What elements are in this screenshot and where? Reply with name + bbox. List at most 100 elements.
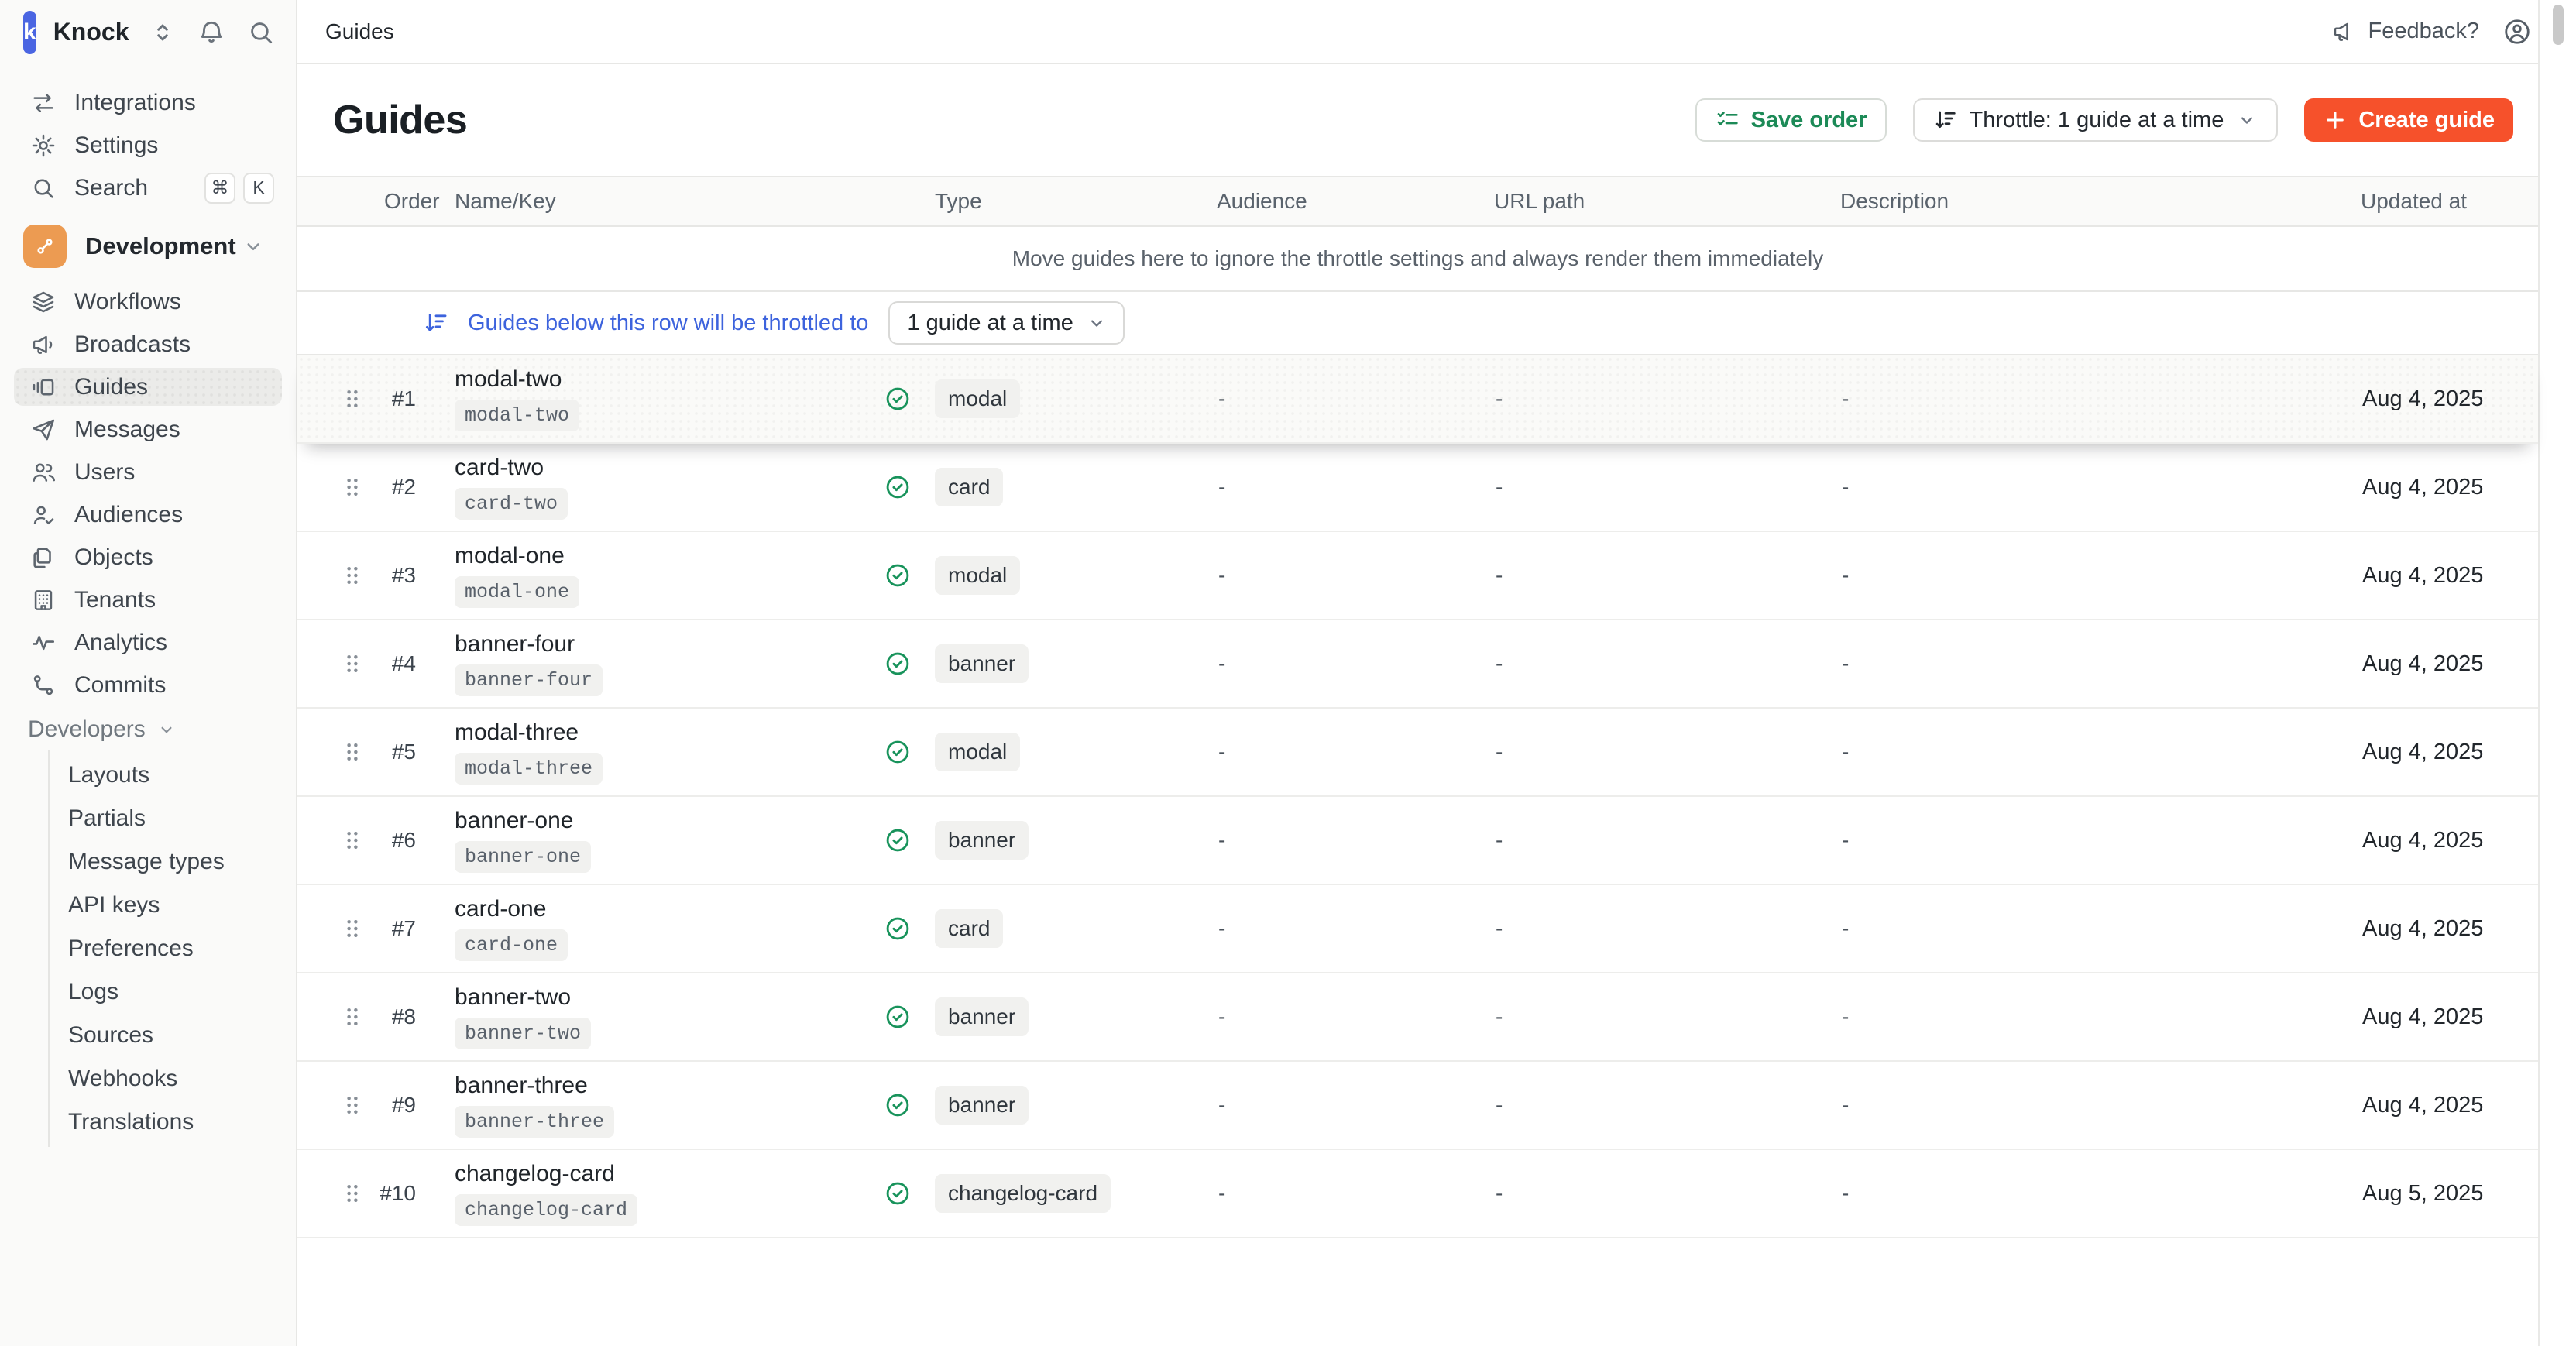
status-check-icon: [884, 561, 912, 589]
row-description: -: [1831, 1093, 2351, 1118]
sidebar-item-users[interactable]: Users: [0, 451, 296, 493]
table-row[interactable]: #5 modal-three modal-three modal - - - A…: [297, 709, 2538, 797]
drag-handle[interactable]: [297, 739, 375, 765]
sidebar-item-workflows[interactable]: Workflows: [0, 280, 296, 323]
table-row[interactable]: #3 modal-one modal-one modal - - - Aug 4…: [297, 532, 2538, 620]
row-description: -: [1831, 916, 2351, 941]
sidebar-section-developers[interactable]: Developers: [0, 708, 296, 750]
sidebar-item-integrations[interactable]: Integrations: [0, 81, 296, 124]
scrollbar-thumb[interactable]: [2553, 5, 2564, 45]
save-order-label: Save order: [1751, 108, 1867, 133]
row-name-key: banner-four banner-four: [441, 631, 867, 696]
guide-name: card-two: [455, 455, 544, 481]
sidebar-item-api-keys[interactable]: API keys: [50, 884, 296, 927]
sidebar-item-guides[interactable]: Guides: [0, 366, 296, 408]
guides-table: Order Name/Key Type Audience URL path De…: [297, 176, 2538, 1238]
throttle-select[interactable]: 1 guide at a time: [888, 301, 1124, 345]
sidebar-item-objects[interactable]: Objects: [0, 536, 296, 579]
drag-handle[interactable]: [297, 1092, 375, 1118]
create-guide-label: Create guide: [2358, 108, 2495, 133]
sidebar-item-label: Translations: [68, 1109, 194, 1135]
table-row[interactable]: #4 banner-four banner-four banner - - - …: [297, 620, 2538, 709]
sidebar-item-sources[interactable]: Sources: [50, 1014, 296, 1057]
sidebar-item-translations[interactable]: Translations: [50, 1100, 296, 1144]
drag-handle[interactable]: [297, 915, 375, 942]
row-type: modal: [929, 556, 1207, 595]
drag-handle-icon: [341, 739, 364, 765]
drag-handle[interactable]: [297, 827, 375, 853]
row-updated-at: Aug 4, 2025: [2351, 386, 2538, 412]
drag-handle[interactable]: [297, 562, 375, 589]
row-audience: -: [1207, 1093, 1485, 1118]
table-row[interactable]: #6 banner-one banner-one banner - - - Au…: [297, 797, 2538, 885]
sidebar-item-audiences[interactable]: Audiences: [0, 493, 296, 536]
throttle-note: Guides below this row will be throttled …: [468, 311, 868, 336]
table-row[interactable]: #7 card-one card-one card - - - Aug 4, 2…: [297, 885, 2538, 973]
table-row[interactable]: #9 banner-three banner-three banner - - …: [297, 1062, 2538, 1150]
row-name-key: card-one card-one: [441, 896, 867, 961]
feedback-button[interactable]: Feedback?: [2331, 19, 2480, 45]
sidebar-item-layouts[interactable]: Layouts: [50, 754, 296, 797]
column-header-name-key: Name/Key: [441, 189, 867, 214]
sidebar-item-settings[interactable]: Settings: [0, 124, 296, 167]
guide-key-badge: banner-two: [455, 1018, 591, 1049]
guide-name: modal-two: [455, 366, 562, 393]
drag-handle[interactable]: [297, 1004, 375, 1030]
table-row[interactable]: #1 modal-two modal-two modal - - - Aug 4…: [297, 355, 2538, 444]
drag-handle[interactable]: [297, 1180, 375, 1207]
row-type: modal: [929, 733, 1207, 771]
status-check-icon: [884, 826, 912, 854]
sidebar-nav: Integrations Settings Search ⌘ K Develop…: [0, 64, 296, 1147]
chevron-down-icon: [156, 719, 177, 740]
drag-handle-icon: [341, 474, 364, 500]
search-icon[interactable]: [246, 18, 276, 47]
row-updated-at: Aug 4, 2025: [2351, 1004, 2538, 1030]
sidebar-item-partials[interactable]: Partials: [50, 797, 296, 840]
megaphone-icon: [28, 329, 59, 360]
sidebar-item-tenants[interactable]: Tenants: [0, 579, 296, 621]
drag-handle[interactable]: [297, 474, 375, 500]
save-order-button[interactable]: Save order: [1695, 98, 1887, 142]
sidebar-item-messages[interactable]: Messages: [0, 408, 296, 451]
user-avatar-icon[interactable]: [2502, 17, 2532, 46]
status-check-icon: [884, 1179, 912, 1207]
page-header: Guides Save order Throttle: 1 guide at a…: [297, 64, 2538, 176]
notifications-bell-icon[interactable]: [197, 18, 226, 47]
table-row[interactable]: #8 banner-two banner-two banner - - - Au…: [297, 973, 2538, 1062]
sidebar-item-label: Message types: [68, 849, 225, 875]
type-badge: banner: [935, 1086, 1029, 1125]
sidebar-item-message-types[interactable]: Message types: [50, 840, 296, 884]
drag-handle-icon: [341, 1004, 364, 1030]
row-audience: -: [1207, 651, 1485, 676]
sidebar-item-logs[interactable]: Logs: [50, 970, 296, 1014]
integrations-icon: [28, 88, 59, 118]
status-check-icon: [884, 473, 912, 501]
workspace-switcher-icon[interactable]: [149, 19, 177, 46]
ignore-throttle-dropzone[interactable]: Move guides here to ignore the throttle …: [297, 227, 2538, 292]
row-url-path: -: [1485, 1093, 1831, 1118]
row-status: [867, 561, 929, 589]
paper-plane-icon: [28, 414, 59, 445]
sidebar-item-search[interactable]: Search ⌘ K: [0, 167, 296, 209]
guide-name: banner-two: [455, 984, 571, 1011]
create-guide-button[interactable]: Create guide: [2304, 98, 2513, 142]
table-row[interactable]: #2 card-two card-two card - - - Aug 4, 2…: [297, 444, 2538, 532]
sidebar-item-analytics[interactable]: Analytics: [0, 621, 296, 664]
row-status: [867, 738, 929, 766]
drag-handle[interactable]: [297, 386, 375, 412]
sidebar-item-commits[interactable]: Commits: [0, 664, 296, 706]
row-order: #3: [375, 563, 441, 588]
scrollbar[interactable]: [2538, 0, 2576, 1346]
throttle-dropdown-button[interactable]: Throttle: 1 guide at a time: [1913, 98, 2278, 142]
feedback-label: Feedback?: [2368, 19, 2480, 44]
row-url-path: -: [1485, 828, 1831, 853]
sidebar-item-preferences[interactable]: Preferences: [50, 927, 296, 970]
drag-handle[interactable]: [297, 651, 375, 677]
row-type: changelog-card: [929, 1174, 1207, 1213]
sidebar-item-broadcasts[interactable]: Broadcasts: [0, 323, 296, 366]
table-row[interactable]: #10 changelog-card changelog-card change…: [297, 1150, 2538, 1238]
environment-switcher[interactable]: Development: [0, 221, 296, 271]
app-window: k Knock Integrations Settings: [0, 0, 2576, 1346]
sidebar-item-webhooks[interactable]: Webhooks: [50, 1057, 296, 1100]
sidebar-item-label: Search: [74, 175, 148, 201]
